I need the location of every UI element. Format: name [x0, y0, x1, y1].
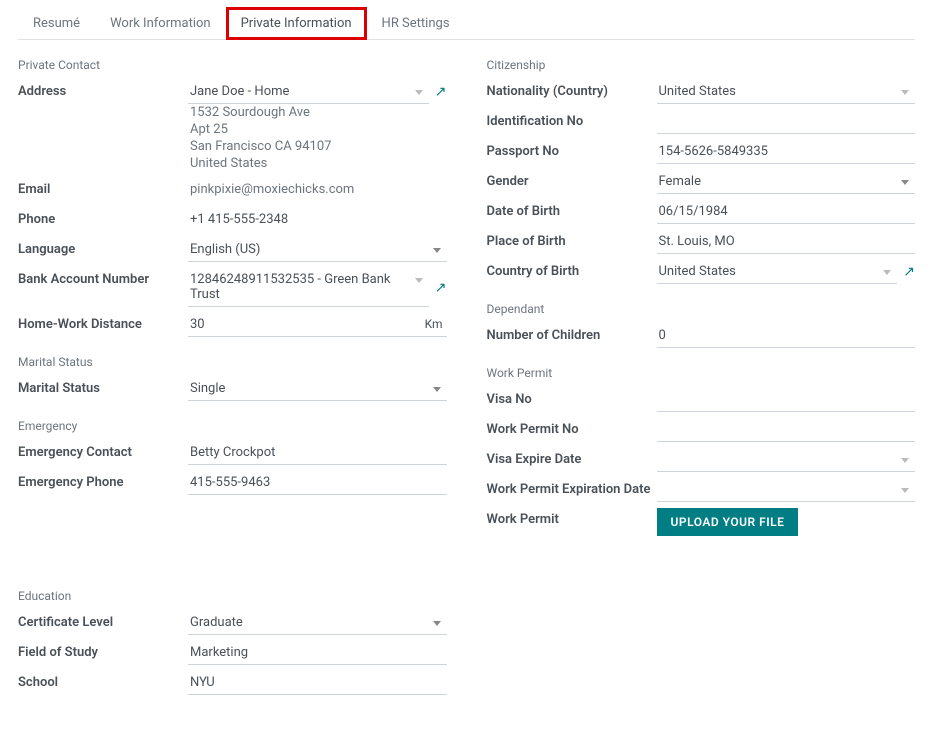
distance-field[interactable]: 30 Km [188, 313, 447, 337]
email-field[interactable]: pinkpixie@moxiechicks.com [188, 178, 447, 202]
country-of-birth-select[interactable]: United States [657, 260, 898, 284]
label-field-of-study: Field of Study [18, 641, 188, 660]
label-emergency-contact: Emergency Contact [18, 441, 188, 460]
external-link-icon[interactable]: ↗ [435, 280, 447, 296]
bank-account-select[interactable]: 12846248911532535 - Green Bank Trust [188, 268, 429, 307]
dob-field[interactable]: 06/15/1984 [657, 200, 916, 224]
tab-hr-settings[interactable]: HR Settings [367, 7, 465, 40]
tabs: Resumé Work Information Private Informat… [18, 0, 915, 40]
label-visa-expire: Visa Expire Date [487, 448, 657, 467]
identification-no-field[interactable] [657, 110, 916, 134]
label-children: Number of Children [487, 324, 657, 343]
section-work-permit: Work Permit [487, 366, 916, 380]
section-citizenship: Citizenship [487, 58, 916, 72]
address-city: San Francisco CA 94107 [188, 138, 447, 155]
section-marital: Marital Status [18, 355, 447, 369]
label-identification-no: Identification No [487, 110, 657, 129]
field-of-study-field[interactable]: Marketing [188, 641, 447, 665]
label-nationality: Nationality (Country) [487, 80, 657, 99]
school-field[interactable]: NYU [188, 671, 447, 695]
label-bank: Bank Account Number [18, 268, 188, 287]
label-marital-status: Marital Status [18, 377, 188, 396]
section-private-contact: Private Contact [18, 58, 447, 72]
label-address: Address [18, 80, 188, 99]
label-permit-expire: Work Permit Expiration Date [487, 478, 657, 497]
label-work-permit-no: Work Permit No [487, 418, 657, 437]
visa-expire-date[interactable] [657, 448, 916, 472]
section-education: Education [18, 589, 447, 603]
address-line1: 1532 Sourdough Ave [188, 104, 447, 121]
label-language: Language [18, 238, 188, 257]
label-distance: Home-Work Distance [18, 313, 188, 332]
label-email: Email [18, 178, 188, 197]
certificate-select[interactable]: Graduate [188, 611, 447, 635]
emergency-phone-field[interactable]: 415-555-9463 [188, 471, 447, 495]
label-school: School [18, 671, 188, 690]
passport-no-field[interactable]: 154-5626-5849335 [657, 140, 916, 164]
children-field[interactable]: 0 [657, 324, 916, 348]
permit-expire-date[interactable] [657, 478, 916, 502]
label-certificate: Certificate Level [18, 611, 188, 630]
phone-field[interactable]: +1 415-555-2348 [188, 208, 447, 232]
label-gender: Gender [487, 170, 657, 189]
external-link-icon[interactable]: ↗ [435, 84, 447, 100]
label-passport-no: Passport No [487, 140, 657, 159]
external-link-icon[interactable]: ↗ [903, 264, 915, 280]
emergency-contact-field[interactable]: Betty Crockpot [188, 441, 447, 465]
label-work-permit-file: Work Permit [487, 508, 657, 527]
section-dependant: Dependant [487, 302, 916, 316]
marital-status-select[interactable]: Single [188, 377, 447, 401]
language-select[interactable]: English (US) [188, 238, 447, 262]
gender-select[interactable]: Female [657, 170, 916, 194]
tab-private-information[interactable]: Private Information [226, 7, 367, 40]
address-country: United States [188, 155, 447, 172]
tab-resume[interactable]: Resumé [18, 7, 95, 40]
right-column: Citizenship Nationality (Country) United… [487, 58, 916, 701]
tab-work-information[interactable]: Work Information [95, 7, 226, 40]
left-column: Private Contact Address Jane Doe - Home … [18, 58, 447, 701]
address-line2: Apt 25 [188, 121, 447, 138]
place-of-birth-field[interactable]: St. Louis, MO [657, 230, 916, 254]
distance-value: 30 [190, 317, 205, 332]
label-place-of-birth: Place of Birth [487, 230, 657, 249]
label-country-of-birth: Country of Birth [487, 260, 657, 279]
distance-unit: Km [425, 317, 443, 331]
label-phone: Phone [18, 208, 188, 227]
nationality-select[interactable]: United States [657, 80, 916, 104]
upload-file-button[interactable]: UPLOAD YOUR FILE [657, 508, 799, 536]
label-visa-no: Visa No [487, 388, 657, 407]
label-emergency-phone: Emergency Phone [18, 471, 188, 490]
label-dob: Date of Birth [487, 200, 657, 219]
work-permit-no-field[interactable] [657, 418, 916, 442]
section-emergency: Emergency [18, 419, 447, 433]
address-select[interactable]: Jane Doe - Home [188, 80, 429, 104]
visa-no-field[interactable] [657, 388, 916, 412]
